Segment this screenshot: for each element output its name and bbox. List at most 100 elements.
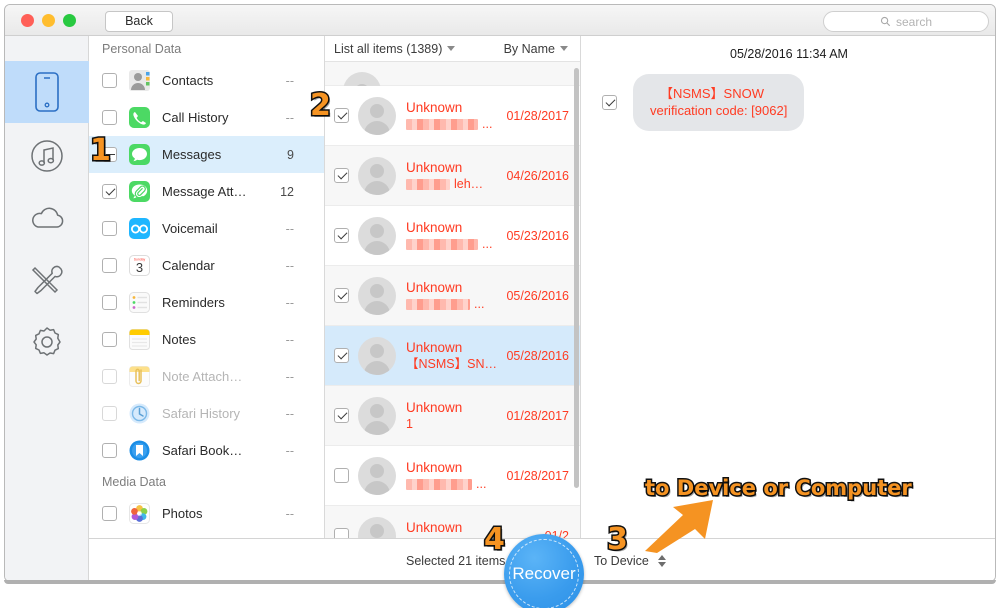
message-line-2: verification code: [9062] (650, 103, 788, 118)
annotation-step-1: 1 (89, 132, 113, 170)
recover-button[interactable]: Recover (504, 534, 584, 608)
calendar-icon: Sunday 3 (128, 254, 151, 277)
sidebar-item-checkbox[interactable] (102, 506, 117, 521)
list-row-checkbox[interactable] (334, 168, 349, 183)
sidebar-item-note-attach[interactable]: Note Attach… -- (89, 358, 324, 395)
list-row-checkbox[interactable] (334, 468, 349, 483)
list-row-name: Unknown (406, 400, 463, 415)
sidebar-item-count: -- (285, 73, 294, 88)
minimize-button[interactable] (42, 14, 55, 27)
list-row-checkbox[interactable] (334, 108, 349, 123)
avatar (358, 516, 396, 538)
list-row-checkbox[interactable] (334, 528, 349, 538)
sidebar-item-count: -- (285, 221, 294, 236)
redacted-text (406, 298, 470, 310)
table-row[interactable]: Unknown leh… 04/26/2016 (325, 146, 580, 206)
sidebar-item-checkbox[interactable] (102, 406, 117, 421)
title-bar: Back search (5, 5, 995, 36)
sidebar-item-safari-book[interactable]: Safari Book… -- (89, 432, 324, 469)
sidebar-item-contacts[interactable]: Contacts -- (89, 62, 324, 99)
table-row[interactable]: Unknown... 01/28/2017 (325, 86, 580, 146)
sidebar-item-photos[interactable]: Photos -- (89, 495, 324, 532)
stepper-icon (658, 554, 667, 568)
table-row[interactable]: Unknown 【NSMS】SN… 05/28/2016 (325, 326, 580, 386)
avatar (358, 216, 396, 255)
table-row[interactable]: Unknown... 05/23/2016 (325, 206, 580, 266)
rail-item-cloud[interactable] (5, 187, 89, 249)
table-row[interactable]: Unknown... 01/28/2017 (325, 446, 580, 506)
sidebar-item-count: -- (285, 406, 294, 421)
list-row-name: Unknown (406, 340, 463, 355)
destination-selector[interactable]: To Device (594, 554, 667, 568)
close-button[interactable] (21, 14, 34, 27)
search-input[interactable]: search (823, 11, 989, 32)
sidebar-item-checkbox[interactable] (102, 184, 117, 199)
category-sidebar[interactable]: Personal Data Contacts -- Call History -- Mes… (89, 36, 325, 538)
sidebar-item-message-att[interactable]: Message Att… 12 (89, 173, 324, 210)
search-icon (880, 16, 891, 27)
list-row-checkbox[interactable] (334, 228, 349, 243)
contacts-icon (128, 69, 151, 92)
zoom-button[interactable] (63, 14, 76, 27)
list-row-date: 05/23/2016 (506, 228, 569, 243)
sidebar-item-checkbox[interactable] (102, 73, 117, 88)
sidebar-item-voicemail[interactable]: Voicemail -- (89, 210, 324, 247)
rail-item-music[interactable] (5, 125, 89, 187)
list-row-partial-top[interactable] (325, 62, 580, 94)
sidebar-item-checkbox[interactable] (102, 332, 117, 347)
back-button[interactable]: Back (105, 11, 173, 32)
annotation-callout: to Device or Computer (644, 475, 914, 502)
truncation-ellipsis: ... (482, 237, 493, 251)
chevron-down-icon (447, 45, 456, 51)
avatar (358, 156, 396, 195)
sidebar-item-call-history[interactable]: Call History -- (89, 99, 324, 136)
svg-text:3: 3 (136, 260, 143, 275)
rail-item-device[interactable] (5, 61, 89, 123)
list-row-preview-text: leh… (454, 177, 484, 191)
avatar (358, 96, 396, 135)
sidebar-item-checkbox[interactable] (102, 110, 117, 125)
redacted-text (406, 118, 478, 130)
sidebar-item-calendar[interactable]: Sunday 3 Calendar -- (89, 247, 324, 284)
truncation-ellipsis: ... (482, 117, 493, 131)
sidebar-item-checkbox[interactable] (102, 221, 117, 236)
sidebar-item-notes[interactable]: Notes -- (89, 321, 324, 358)
list-row-preview: 1 (406, 416, 506, 432)
sidebar-item-checkbox[interactable] (102, 369, 117, 384)
list-row-checkbox[interactable] (334, 408, 349, 423)
chevron-down-icon (560, 45, 568, 51)
window-controls (21, 14, 76, 27)
avatar (358, 456, 396, 495)
reminders-icon (128, 291, 151, 314)
list-row-name: Unknown (406, 460, 463, 475)
sidebar-item-safari-history[interactable]: Safari History -- (89, 395, 324, 432)
sidebar-item-label: Reminders (162, 295, 225, 310)
redacted-text (406, 238, 478, 250)
sidebar-item-checkbox[interactable] (102, 295, 117, 310)
list-row-preview: ... (406, 296, 506, 312)
phone-icon (35, 72, 59, 112)
sidebar-item-checkbox[interactable] (102, 443, 117, 458)
sidebar-item-messages[interactable]: Messages 9 (89, 136, 324, 173)
message-row[interactable]: 【NSMS】SNOW verification code: [9062] (581, 74, 995, 134)
list-sort-dropdown[interactable]: By Name (504, 42, 568, 56)
message-checkbox[interactable] (602, 95, 617, 110)
list-row-checkbox[interactable] (334, 288, 349, 303)
navigation-rail (5, 36, 89, 581)
list-row-checkbox[interactable] (334, 348, 349, 363)
list-row-name: Unknown (406, 520, 463, 535)
table-row[interactable]: Unknown 1 01/28/2017 (325, 386, 580, 446)
sidebar-item-label: Voicemail (162, 221, 218, 236)
list-row-preview: ... (406, 116, 506, 132)
table-row[interactable]: Unknown... 05/26/2016 (325, 266, 580, 326)
list-row-date: 05/26/2016 (506, 288, 569, 303)
rail-item-toolkit[interactable] (5, 249, 89, 311)
item-list-panel[interactable]: List all items (1389) By Name Unknown...… (325, 36, 581, 538)
sidebar-item-reminders[interactable]: Reminders -- (89, 284, 324, 321)
rail-item-settings[interactable] (5, 311, 89, 373)
list-scrollbar[interactable] (574, 68, 579, 488)
sidebar-item-checkbox[interactable] (102, 258, 117, 273)
list-filter-dropdown[interactable]: List all items (1389) (334, 42, 456, 56)
sidebar-item-count: 9 (287, 147, 294, 162)
avatar (358, 336, 396, 375)
